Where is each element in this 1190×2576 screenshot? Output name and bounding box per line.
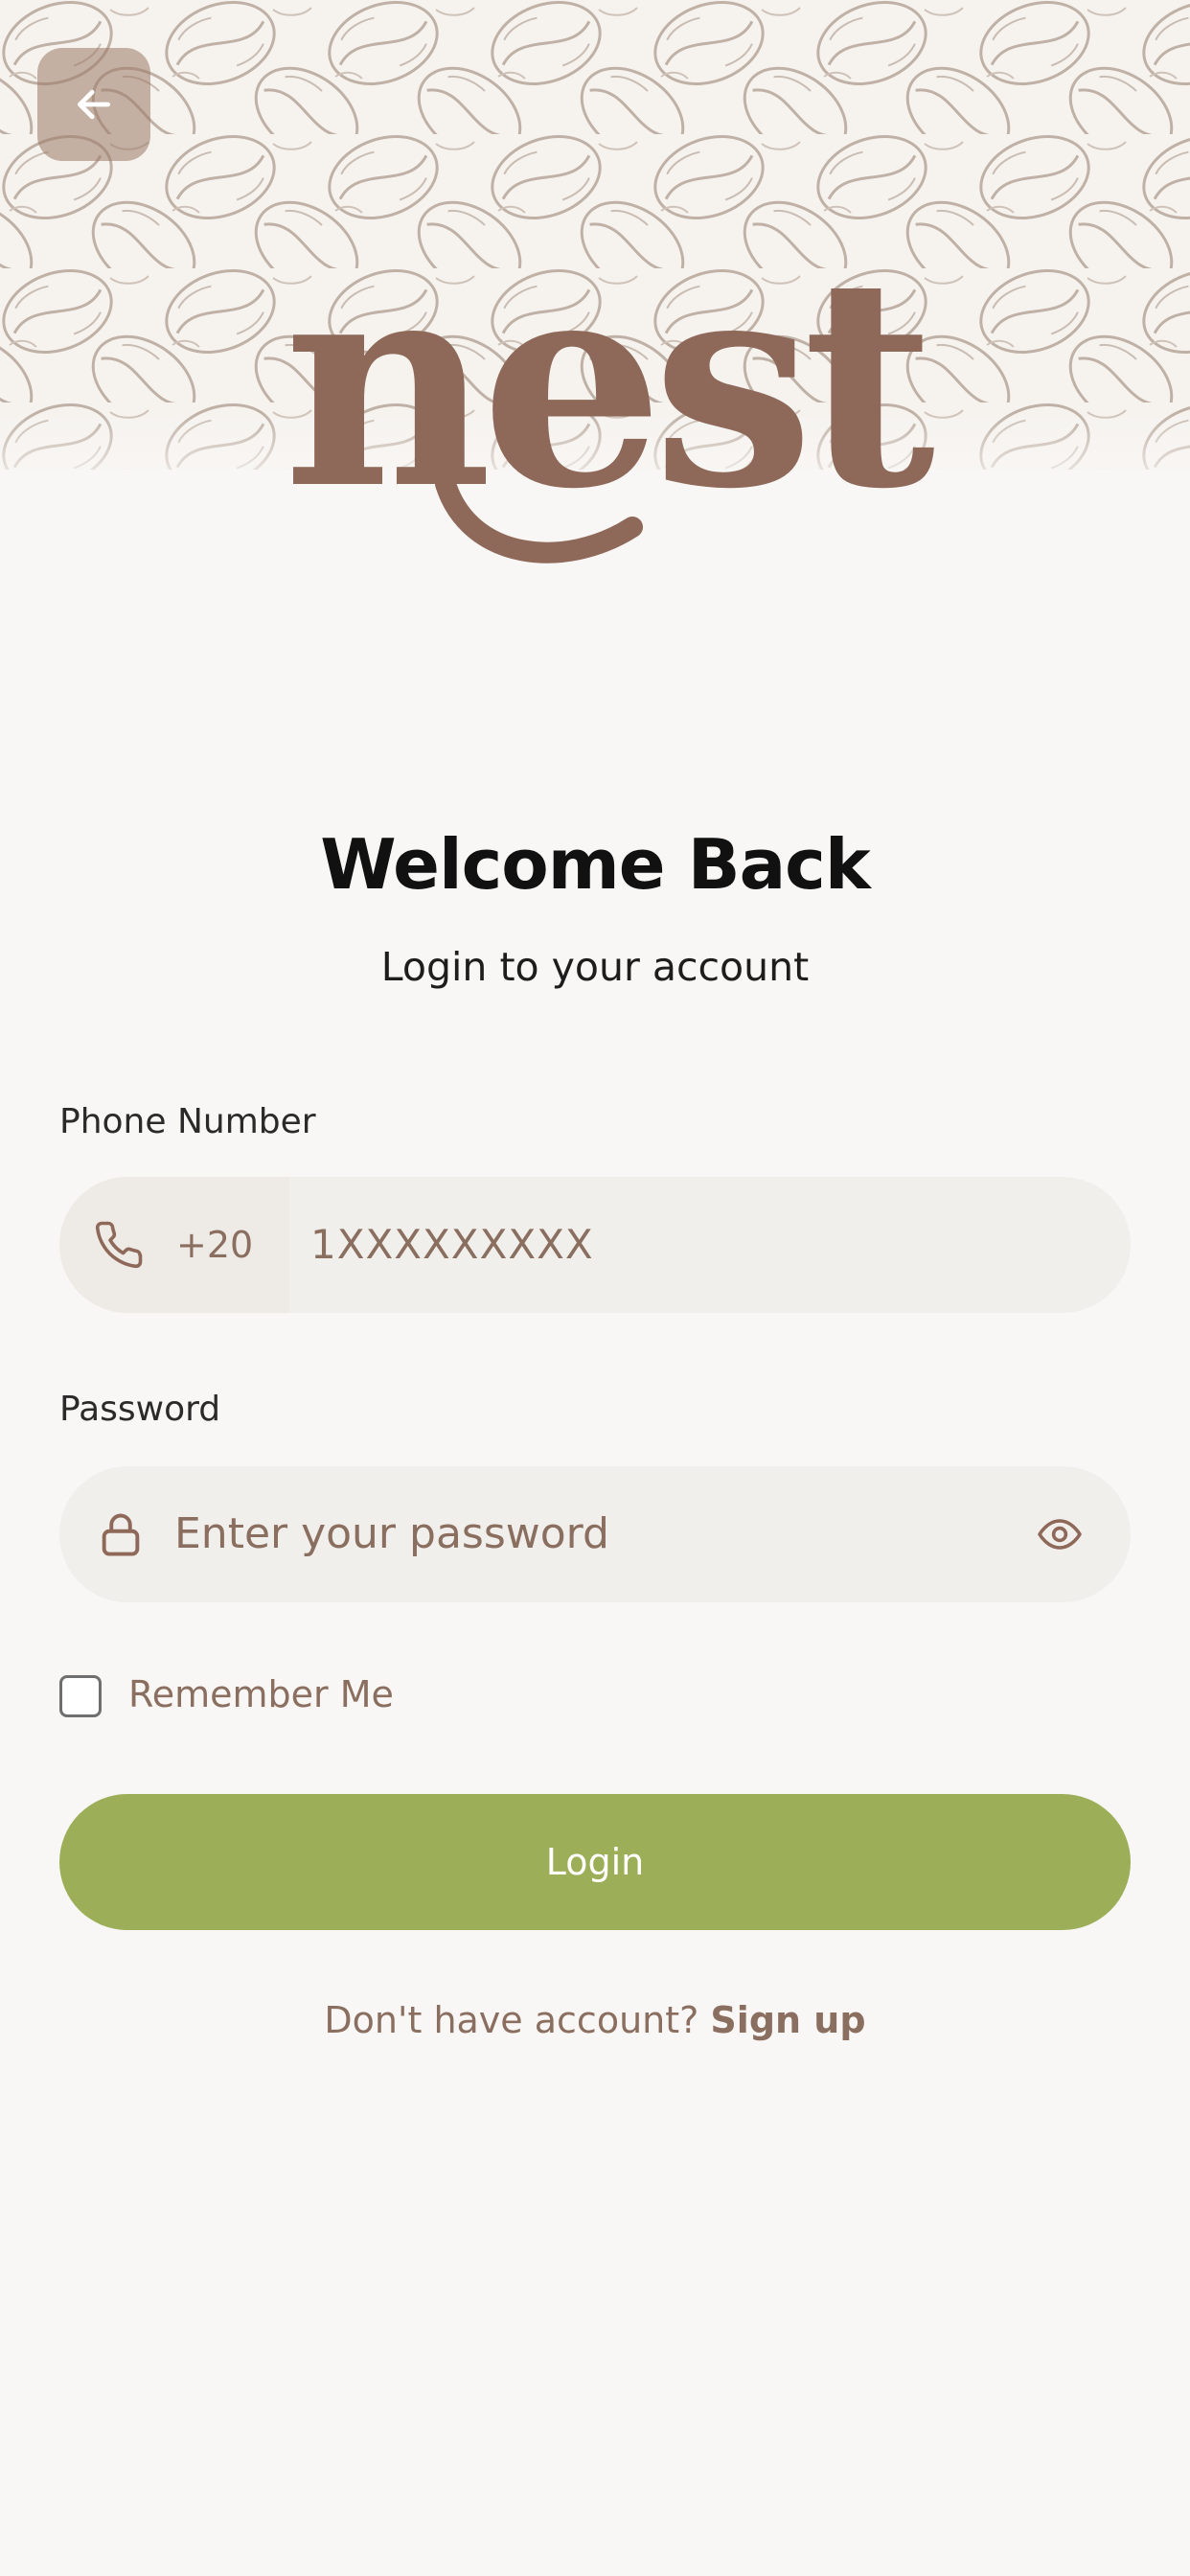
country-code-selector[interactable]: +20: [59, 1177, 289, 1313]
login-screen: nest Welcome Back Login to your account …: [0, 0, 1190, 2576]
logo-swash: [435, 473, 643, 564]
arrow-left-icon: [77, 89, 111, 120]
signup-prompt-text: Don't have account?: [324, 1999, 699, 2041]
country-code: +20: [176, 1224, 254, 1266]
login-button[interactable]: Login: [59, 1794, 1131, 1930]
remember-me-label[interactable]: Remember Me: [128, 1673, 394, 1715]
lock-icon: [94, 1507, 148, 1561]
password-label: Password: [59, 1390, 221, 1429]
back-button[interactable]: [37, 48, 150, 161]
signup-link[interactable]: Sign up: [710, 1999, 865, 2041]
remember-me-checkbox[interactable]: [59, 1675, 102, 1717]
phone-icon: [92, 1218, 146, 1272]
page-title: Welcome Back: [320, 824, 870, 905]
phone-label: Phone Number: [59, 1102, 316, 1141]
phone-input[interactable]: 1XXXXXXXXX: [310, 1177, 594, 1313]
page-subtitle: Login to your account: [380, 944, 810, 990]
password-field[interactable]: Enter your password: [59, 1466, 1131, 1602]
signup-prompt: Don't have account? Sign up: [0, 1999, 1190, 2041]
password-input[interactable]: Enter your password: [174, 1466, 609, 1602]
nest-logo: nest: [220, 240, 987, 575]
phone-field[interactable]: +20 1XXXXXXXXX: [59, 1177, 1131, 1313]
eye-icon[interactable]: [1035, 1509, 1085, 1559]
